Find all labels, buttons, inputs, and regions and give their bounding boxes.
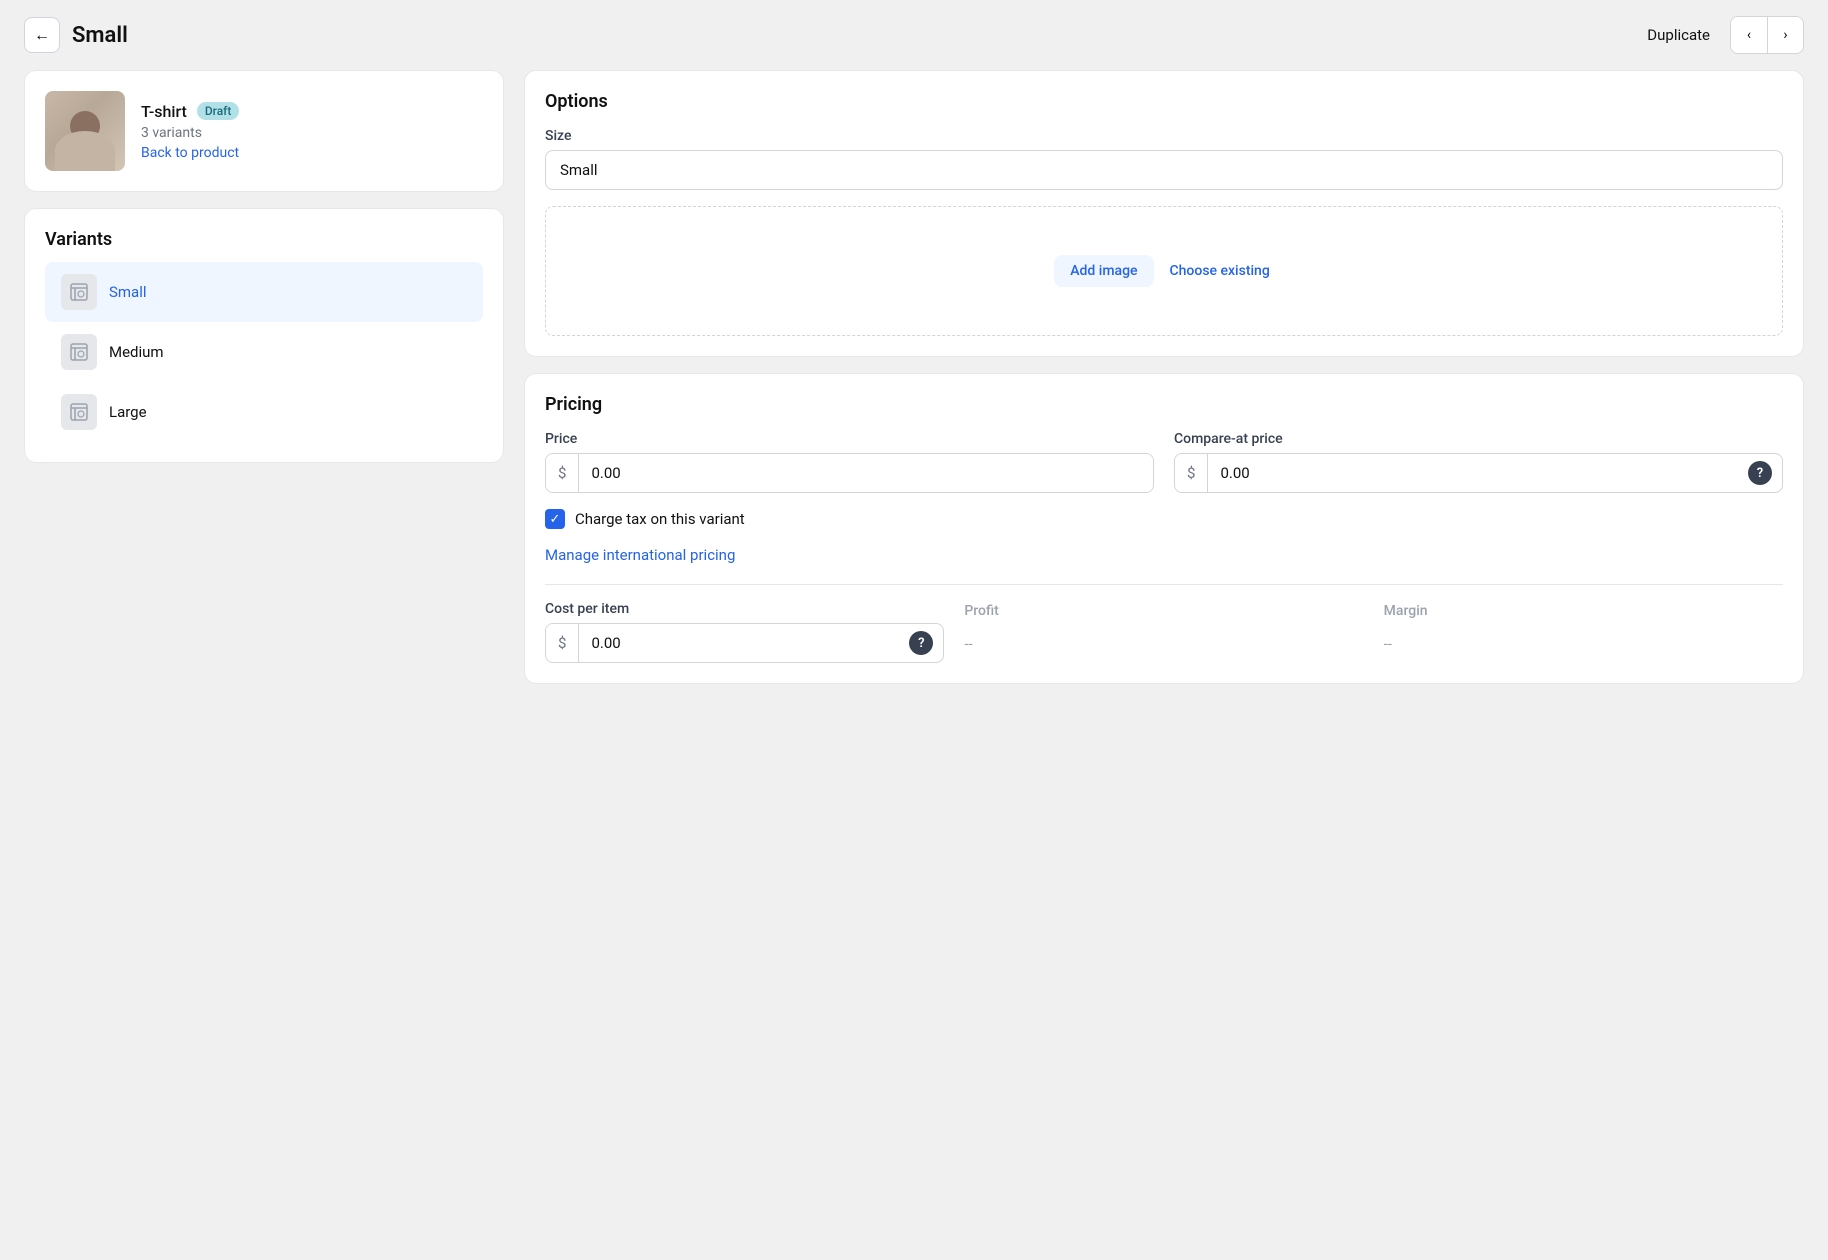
profit-label: Profit	[964, 603, 1363, 619]
product-card: T-shirt Draft 3 variants Back to product	[24, 70, 504, 192]
price-prefix: $	[546, 454, 579, 492]
variant-name-medium: Medium	[109, 343, 164, 361]
size-input[interactable]	[545, 150, 1783, 190]
variant-icon-medium	[61, 334, 97, 370]
product-name: T-shirt	[141, 102, 187, 121]
price-label: Price	[545, 431, 1154, 447]
product-image	[45, 91, 125, 171]
duplicate-button[interactable]: Duplicate	[1635, 20, 1722, 50]
variant-item-small[interactable]: Small	[45, 262, 483, 322]
page-title: Small	[72, 23, 128, 48]
size-label: Size	[545, 128, 1783, 144]
cost-label: Cost per item	[545, 601, 944, 617]
size-field: Size	[545, 128, 1783, 190]
cost-field: Cost per item $ ?	[545, 601, 944, 663]
back-button[interactable]: ←	[24, 17, 60, 53]
next-button[interactable]: ›	[1767, 17, 1803, 53]
variants-card: Variants Small	[24, 208, 504, 463]
variant-icon-large	[61, 394, 97, 430]
cost-input-wrapper: $ ?	[545, 623, 944, 663]
compare-at-price-field: Compare-at price $ ?	[1174, 431, 1783, 493]
image-upload-area: Add image Choose existing	[545, 206, 1783, 336]
compare-input-wrapper: $ ?	[1174, 453, 1783, 493]
draft-badge: Draft	[197, 102, 240, 120]
header-right: Duplicate ‹ ›	[1635, 16, 1804, 54]
compare-at-label: Compare-at price	[1174, 431, 1783, 447]
back-to-product-link[interactable]: Back to product	[141, 145, 239, 161]
next-arrow-icon: ›	[1783, 27, 1787, 43]
header-left: ← Small	[24, 17, 128, 53]
cost-help-icon[interactable]: ?	[909, 631, 933, 655]
compare-prefix: $	[1175, 454, 1208, 492]
cost-input[interactable]	[579, 624, 909, 662]
price-field: Price $	[545, 431, 1154, 493]
cost-row: Cost per item $ ? Profit -- Margin --	[545, 601, 1783, 663]
options-card: Options Size Add image Choose existing	[524, 70, 1804, 357]
page-header: ← Small Duplicate ‹ ›	[0, 0, 1828, 70]
product-info: T-shirt Draft 3 variants Back to product	[45, 91, 483, 171]
manage-international-pricing-link[interactable]: Manage international pricing	[545, 546, 735, 564]
compare-help-icon[interactable]: ?	[1748, 461, 1772, 485]
price-input[interactable]	[579, 454, 1153, 492]
add-image-button[interactable]: Add image	[1054, 255, 1153, 287]
price-input-wrapper: $	[545, 453, 1154, 493]
nav-buttons: ‹ ›	[1730, 16, 1804, 54]
tax-checkbox-row: ✓ Charge tax on this variant	[545, 509, 1783, 529]
product-details: T-shirt Draft 3 variants Back to product	[141, 102, 239, 161]
compare-at-input[interactable]	[1208, 454, 1748, 492]
product-name-row: T-shirt Draft	[141, 102, 239, 121]
choose-existing-button[interactable]: Choose existing	[1166, 255, 1274, 287]
prev-arrow-icon: ‹	[1747, 27, 1751, 43]
variant-name-small: Small	[109, 283, 147, 301]
left-panel: T-shirt Draft 3 variants Back to product…	[24, 70, 504, 684]
margin-label: Margin	[1384, 603, 1783, 619]
pricing-divider	[545, 584, 1783, 585]
margin-field: Margin --	[1384, 603, 1783, 663]
variant-icon-small	[61, 274, 97, 310]
variants-title: Variants	[45, 229, 483, 250]
back-arrow-icon: ←	[34, 25, 50, 45]
variant-name-large: Large	[109, 403, 147, 421]
profit-value: --	[964, 625, 1363, 663]
tax-checkbox[interactable]: ✓	[545, 509, 565, 529]
right-panel: Options Size Add image Choose existing P…	[524, 70, 1804, 684]
variant-item-medium[interactable]: Medium	[45, 322, 483, 382]
variant-item-large[interactable]: Large	[45, 382, 483, 442]
options-title: Options	[545, 91, 1783, 112]
main-content: T-shirt Draft 3 variants Back to product…	[0, 70, 1828, 684]
pricing-card: Pricing Price $ Compare-at price $ ?	[524, 373, 1804, 684]
pricing-row: Price $ Compare-at price $ ?	[545, 431, 1783, 493]
prev-button[interactable]: ‹	[1731, 17, 1767, 53]
variants-count: 3 variants	[141, 125, 239, 141]
margin-value: --	[1384, 625, 1783, 663]
profit-field: Profit --	[964, 603, 1363, 663]
tax-label: Charge tax on this variant	[575, 510, 745, 528]
pricing-title: Pricing	[545, 394, 1783, 415]
cost-prefix: $	[546, 624, 579, 662]
